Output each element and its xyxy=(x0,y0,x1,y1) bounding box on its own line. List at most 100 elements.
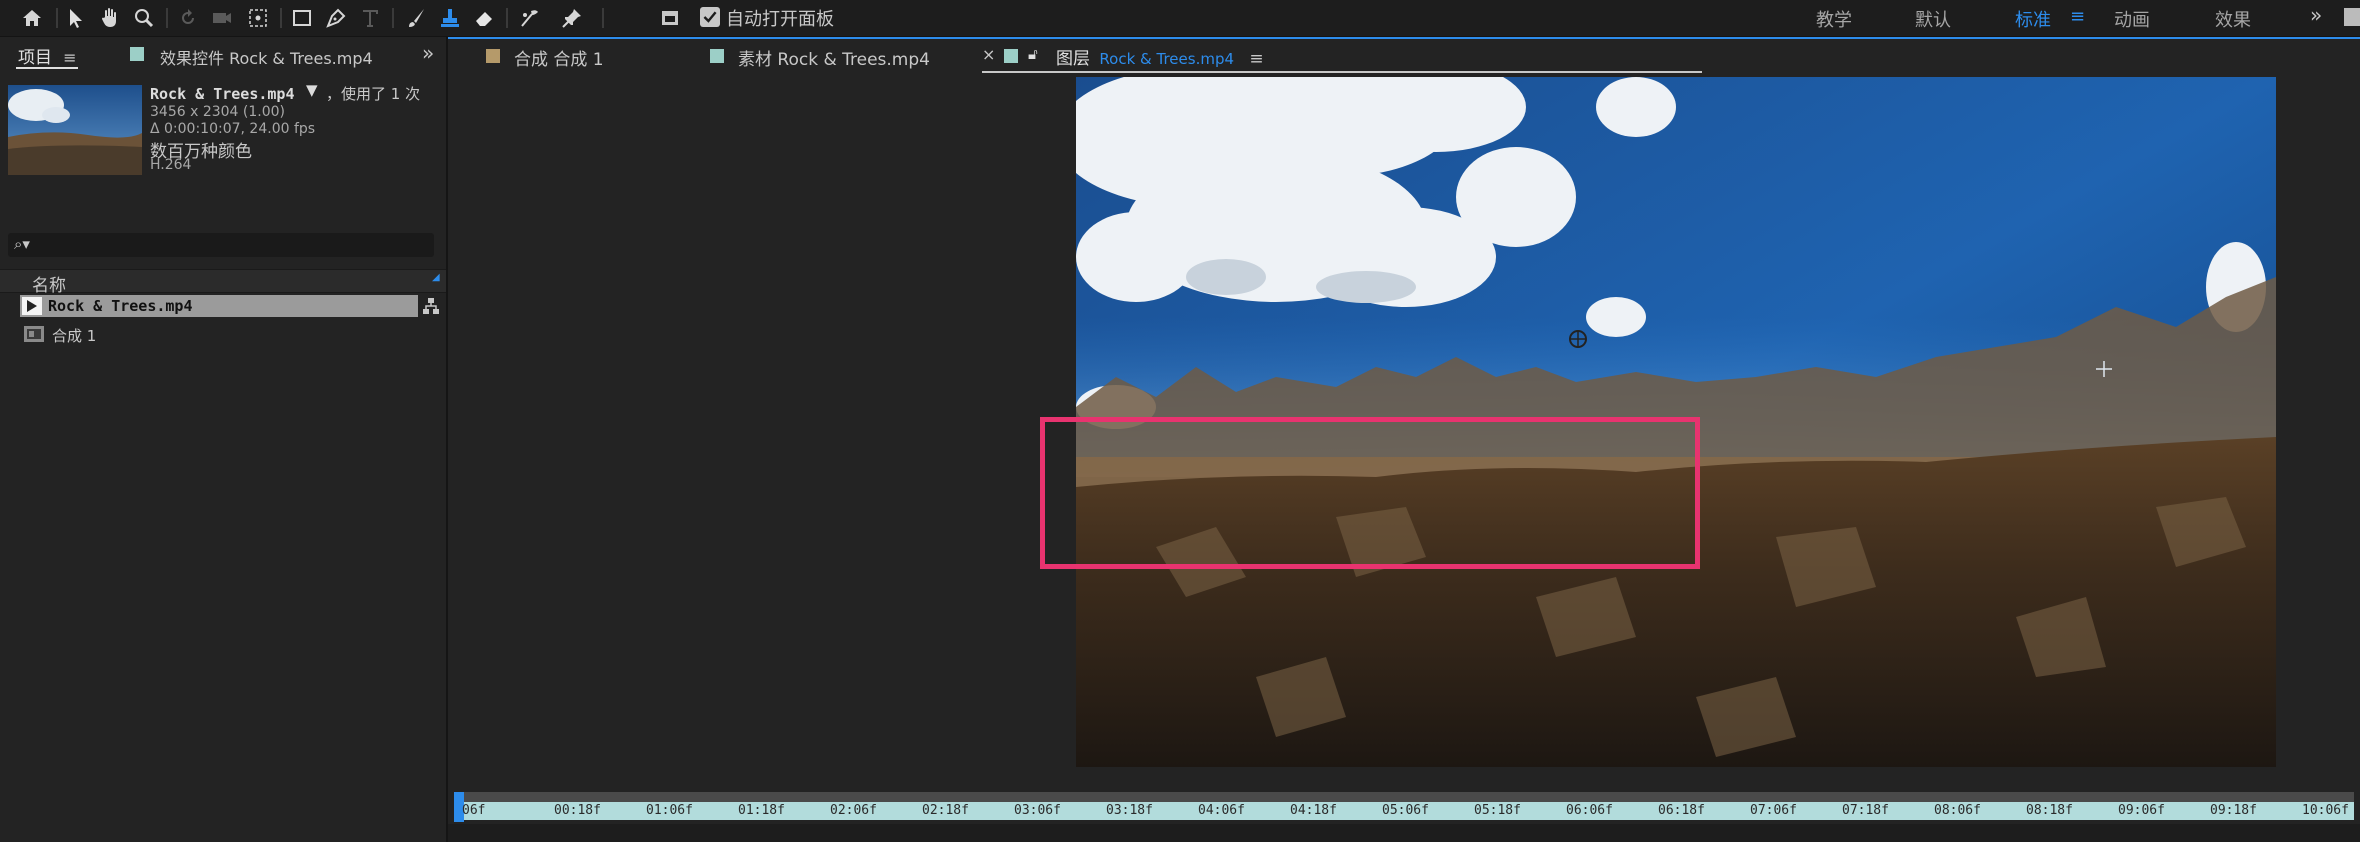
list-item-label: 合成 1 xyxy=(52,327,97,345)
tab-effect-controls[interactable]: 效果控件 Rock & Trees.mp4 xyxy=(160,45,373,69)
search-icon: ⌕▾ xyxy=(14,235,30,253)
workspace-standard[interactable]: 标准 xyxy=(2015,6,2051,32)
tick-label: 02:18f xyxy=(922,803,969,818)
workspace-overflow-icon[interactable]: » xyxy=(2310,3,2322,27)
zoom-icon[interactable] xyxy=(128,2,160,34)
project-panel: 项目 ≡ 效果控件 Rock & Trees.mp4 » Rock & Tree… xyxy=(0,37,448,842)
comp-tab-swatch xyxy=(486,49,500,63)
highlight-box xyxy=(1040,417,1700,569)
tab-layer-name: Rock & Trees.mp4 xyxy=(1099,50,1235,68)
tick-label: 01:18f xyxy=(738,803,785,818)
tab-layer-prefix: 图层 xyxy=(1056,49,1090,69)
tab-menu-icon[interactable]: ≡ xyxy=(1249,49,1263,69)
tick-label: 05:18f xyxy=(1474,803,1521,818)
work-area-bar[interactable] xyxy=(454,792,2354,802)
search-help-icon[interactable] xyxy=(2344,8,2360,26)
eraser-icon[interactable] xyxy=(468,2,500,34)
viewer-tab-bar: 合成 合成 1 素材 Rock & Trees.mp4 × 🔓︎ 图层 Rock… xyxy=(448,37,2360,75)
tab-layer[interactable]: 图层 Rock & Trees.mp4 ≡ xyxy=(1056,44,1264,69)
tab-composition[interactable]: 合成 合成 1 xyxy=(514,45,604,70)
tick-label: 00:18f xyxy=(554,803,601,818)
tick-label: 01:06f xyxy=(646,803,693,818)
tick-label: 04:18f xyxy=(1290,803,1337,818)
clone-stamp-icon[interactable] xyxy=(434,2,466,34)
hand-icon[interactable] xyxy=(94,2,126,34)
active-tab-underline xyxy=(16,67,78,69)
list-item[interactable]: Rock & Trees.mp4 xyxy=(20,295,418,317)
workspace-animation[interactable]: 动画 xyxy=(2114,6,2150,32)
tick-labels: 06f 00:18f 01:06f 01:18f 02:06f 02:18f 03:06f 0… xyxy=(454,802,2354,820)
tab-project-label: 项目 xyxy=(18,48,52,68)
workspace-default[interactable]: 默认 xyxy=(1915,6,1951,32)
tab-menu-icon[interactable]: ≡ xyxy=(63,48,76,67)
anchor-point-icon[interactable] xyxy=(1569,330,1587,348)
home-icon[interactable] xyxy=(16,2,48,34)
tick-label: 06:18f xyxy=(1658,803,1705,818)
toolbar: 自动打开面板 教学 默认 标准 ≡ 动画 效果 » xyxy=(0,0,2360,37)
footage-codec: H.264 xyxy=(150,157,192,173)
toolbar-divider xyxy=(506,8,508,28)
sort-indicator-icon: ◢ xyxy=(432,272,440,283)
roto-brush-icon[interactable] xyxy=(514,2,546,34)
tick-label: 03:06f xyxy=(1014,803,1061,818)
toolbar-divider xyxy=(56,8,58,28)
footage-dimensions: 3456 x 2304 (1.00) xyxy=(150,104,285,120)
workspace-tutorial[interactable]: 教学 xyxy=(1816,6,1852,32)
pen-icon[interactable] xyxy=(320,2,352,34)
list-item[interactable]: 合成 1 xyxy=(20,323,418,345)
camera-icon[interactable] xyxy=(206,2,238,34)
usage-dropdown-icon[interactable]: ▼ xyxy=(306,81,318,99)
tick-label: 06:06f xyxy=(1566,803,1613,818)
flowchart-icon[interactable] xyxy=(422,297,440,315)
effects-tab-swatch xyxy=(130,47,144,61)
tick-label: 09:06f xyxy=(2118,803,2165,818)
list-item-label: Rock & Trees.mp4 xyxy=(48,297,193,315)
panel-overflow-icon[interactable]: » xyxy=(422,41,434,65)
toolbar-divider xyxy=(602,8,604,28)
time-ruler[interactable]: 06f 00:18f 01:06f 01:18f 02:06f 02:18f 03:06f 0… xyxy=(454,792,2354,822)
viewer-footer xyxy=(448,824,2360,842)
footage-duration: Δ 0:00:10:07, 24.00 fps xyxy=(150,121,316,137)
footage-icon xyxy=(22,297,42,315)
layer-tab-swatch xyxy=(1004,49,1018,63)
footage-name: Rock & Trees.mp4 xyxy=(150,85,295,103)
tick-label: 03:18f xyxy=(1106,803,1153,818)
tick-label: 10:06f xyxy=(2302,803,2349,818)
lock-icon[interactable]: 🔓︎ xyxy=(1028,45,1038,63)
toolbar-divider xyxy=(392,8,394,28)
close-tab-icon[interactable]: × xyxy=(982,45,995,64)
auto-open-label[interactable]: 自动打开面板 xyxy=(726,5,834,31)
tick-label: 05:06f xyxy=(1382,803,1429,818)
tick-label: 09:18f xyxy=(2210,803,2257,818)
auto-open-checkbox[interactable] xyxy=(700,7,720,27)
rectangle-icon[interactable] xyxy=(286,2,318,34)
tab-project[interactable]: 项目 ≡ xyxy=(18,43,77,68)
tick-label: 08:06f xyxy=(1934,803,1981,818)
toolbar-divider xyxy=(166,8,168,28)
project-search-input[interactable]: ⌕▾ xyxy=(8,233,434,257)
tab-footage[interactable]: 素材 Rock & Trees.mp4 xyxy=(738,45,930,70)
column-name-label: 名称 xyxy=(32,276,66,296)
anchor-icon[interactable] xyxy=(242,2,274,34)
brush-icon[interactable] xyxy=(400,2,432,34)
composition-icon xyxy=(24,326,44,342)
tick-label: 08:18f xyxy=(2026,803,2073,818)
layer-viewer[interactable] xyxy=(448,73,2360,790)
rotate-icon[interactable] xyxy=(172,2,204,34)
footage-tab-swatch xyxy=(710,49,724,63)
column-header[interactable]: 名称 ◢ xyxy=(0,269,446,296)
toolbar-divider xyxy=(280,8,282,28)
tick-label: 07:18f xyxy=(1842,803,1889,818)
tick-label: 07:06f xyxy=(1750,803,1797,818)
workspace-effects[interactable]: 效果 xyxy=(2215,6,2251,32)
tick-label: 06f xyxy=(462,803,486,818)
panel-icon[interactable] xyxy=(654,2,686,34)
text-icon[interactable] xyxy=(354,2,386,34)
footage-thumbnail xyxy=(8,85,142,175)
workspace-menu-icon[interactable]: ≡ xyxy=(2070,6,2085,27)
usage-text: ，使用了 1 次 xyxy=(326,85,421,103)
puppet-pin-icon[interactable] xyxy=(556,2,588,34)
tick-label: 04:06f xyxy=(1198,803,1245,818)
tick-label: 02:06f xyxy=(830,803,877,818)
selection-icon[interactable] xyxy=(60,2,92,34)
